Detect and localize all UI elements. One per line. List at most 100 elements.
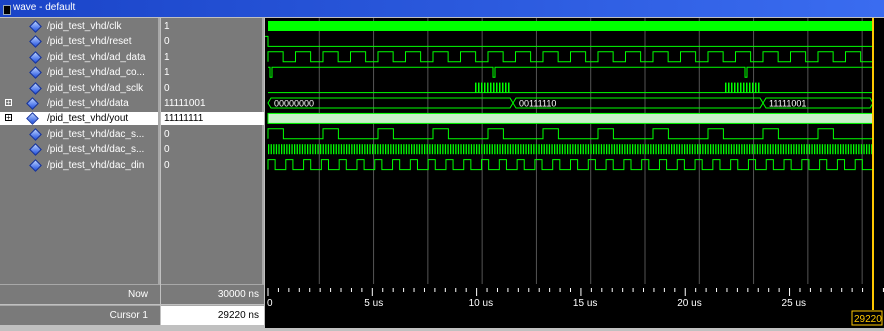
wave-dac-s2-pulse xyxy=(785,144,787,155)
wave-dac-s2-pulse xyxy=(307,144,309,155)
wave-dac-s2-pulse xyxy=(374,144,376,155)
wave-dac-s2-pulse xyxy=(320,144,322,155)
wave-dac-s2-pulse xyxy=(595,144,597,155)
wave-dac-din xyxy=(267,159,873,171)
wave-dac-s2-pulse xyxy=(624,144,626,155)
wave-dac-s2-pulse xyxy=(413,144,415,155)
wave-ad-sclk-pulse xyxy=(737,82,739,93)
wave-ad-sclk-pulse xyxy=(755,82,757,93)
wave-dac-s2-pulse xyxy=(694,144,696,155)
wave-dac-s2-pulse xyxy=(858,144,860,155)
wave-dac-s2-pulse xyxy=(611,144,613,155)
wave-dac-s2-pulse xyxy=(754,144,756,155)
wave-ad-sclk-pulse xyxy=(731,82,733,93)
wave-ad-sclk-pulse xyxy=(734,82,736,93)
signal-row[interactable]: /pid_test_vhd/dac_s... xyxy=(0,127,158,141)
status-area: Now 30000 ns Cursor 1 29220 ns 0 5 us 10 u… xyxy=(0,284,884,328)
signal-value[interactable]: 0 xyxy=(164,128,170,141)
signal-diamond-icon xyxy=(26,112,39,126)
cursor-label[interactable]: Cursor 1 xyxy=(0,305,160,325)
wave-dac-s2-pulse xyxy=(798,144,800,155)
time-ruler[interactable]: 05 us10 us15 us20 us25 us329220 xyxy=(265,284,884,328)
wave-dac-s2-pulse xyxy=(361,144,363,155)
wave-dac-s2-pulse xyxy=(840,144,842,155)
signal-row[interactable]: + /pid_test_vhd/yout xyxy=(0,112,158,126)
wave-dac-s2-pulse xyxy=(632,144,634,155)
wave-ad-sclk-pulse xyxy=(508,82,510,93)
wave-yout-bus xyxy=(267,112,874,124)
wave-dac-s2-pulse xyxy=(736,144,738,155)
wave-dac-s2-pulse xyxy=(793,144,795,155)
wave-dac-s2-pulse xyxy=(377,144,379,155)
wave-dac-s2-pulse xyxy=(387,144,389,155)
signal-row[interactable]: /pid_test_vhd/clk xyxy=(0,20,158,33)
wave-dac-s2-pulse xyxy=(574,144,577,155)
wave-dac-s2-pulse xyxy=(499,144,501,155)
wave-dac-s2-pulse xyxy=(299,144,301,155)
wave-dac-s2-pulse xyxy=(723,144,725,155)
signal-row[interactable]: + /pid_test_vhd/data xyxy=(0,97,158,110)
signal-value[interactable]: 0 xyxy=(164,159,170,172)
wave-ad-sclk-pulse xyxy=(490,82,492,93)
wave-dac-s2-pulse xyxy=(837,144,839,155)
wave-ad-sclk-pulse xyxy=(758,82,760,93)
signal-name: /pid_test_vhd/ad_data xyxy=(47,51,146,63)
wave-dac-s2-pulse xyxy=(312,144,314,155)
signal-row[interactable]: /pid_test_vhd/dac_s... xyxy=(0,143,158,157)
signal-row[interactable]: /pid_test_vhd/reset xyxy=(0,35,158,49)
wave-dac-s2-pulse xyxy=(275,144,278,155)
wave-dac-s2-pulse xyxy=(704,144,707,155)
signal-row[interactable]: /pid_test_vhd/ad_data xyxy=(0,50,158,64)
cursor-value[interactable]: 29220 ns xyxy=(161,305,264,325)
signal-value[interactable]: 0 xyxy=(164,82,170,95)
wave-dac-s2-pulse xyxy=(426,144,428,155)
wave-dac-s2-pulse xyxy=(665,144,668,155)
wave-dac-s2-pulse xyxy=(619,144,621,155)
wave-dac-s2-pulse xyxy=(697,144,699,155)
wave-dac-s2-pulse xyxy=(296,144,298,155)
wave-dac-s2-pulse xyxy=(494,144,496,155)
signal-diamond-icon xyxy=(29,50,42,64)
wave-dac-s2-pulse xyxy=(803,144,805,155)
wave-dac-s2-pulse xyxy=(561,144,564,155)
wave-dac-s2-pulse xyxy=(658,144,660,155)
wave-dac-s2-pulse xyxy=(829,144,831,155)
wave-dac-s2-pulse xyxy=(291,144,293,155)
expand-icon[interactable]: + xyxy=(5,114,12,122)
signal-name: /pid_test_vhd/data xyxy=(47,98,129,109)
waveform-pane[interactable]: 00000000 00111110 11111001 xyxy=(265,18,884,284)
wave-dac-s2-pulse xyxy=(866,144,868,155)
wave-dac-s2-pulse xyxy=(629,144,631,155)
signal-value[interactable]: 0 xyxy=(164,143,170,156)
wave-ad-sclk-pulse xyxy=(496,82,498,93)
wave-dac-s2-pulse xyxy=(730,144,733,155)
expand-icon[interactable]: + xyxy=(5,99,12,107)
signal-diamond-icon xyxy=(26,97,39,110)
wave-dac-s2-pulse xyxy=(431,144,434,155)
wave-dac-s2-pulse xyxy=(301,144,304,155)
wave-dac-s2-pulse xyxy=(590,144,592,155)
signal-value[interactable]: 11111001 xyxy=(164,97,206,110)
signal-row[interactable]: /pid_test_vhd/dac_din xyxy=(0,158,158,172)
wave-dac-s2-pulse xyxy=(327,144,330,155)
wave-dac-s2-pulse xyxy=(533,144,535,155)
signal-value[interactable]: 1 xyxy=(164,20,170,33)
wave-dac-s2-pulse xyxy=(668,144,670,155)
signal-value[interactable]: 1 xyxy=(164,51,170,64)
wave-dac-s2-pulse xyxy=(434,144,436,155)
wave-dac-s2-pulse xyxy=(348,144,350,155)
wave-dac-s2-pulse xyxy=(314,144,317,155)
signal-value[interactable]: 0 xyxy=(164,35,170,48)
wave-dac-s2-pulse xyxy=(827,144,829,155)
wave-dac-s2-pulse xyxy=(572,144,574,155)
wave-dac-s2-pulse xyxy=(647,144,649,155)
signal-value[interactable]: 11111111 xyxy=(161,112,264,126)
signal-value[interactable]: 1 xyxy=(164,66,170,79)
signal-row[interactable]: /pid_test_vhd/ad_sclk xyxy=(0,81,158,95)
signal-diamond-icon xyxy=(29,66,42,80)
signal-row[interactable]: /pid_test_vhd/ad_co... xyxy=(0,66,158,80)
wave-dac-s2-pulse xyxy=(268,144,270,155)
wave-dac-s2-pulse xyxy=(286,144,288,155)
wave-dac-s2-pulse xyxy=(676,144,678,155)
signal-diamond-icon xyxy=(29,143,42,157)
